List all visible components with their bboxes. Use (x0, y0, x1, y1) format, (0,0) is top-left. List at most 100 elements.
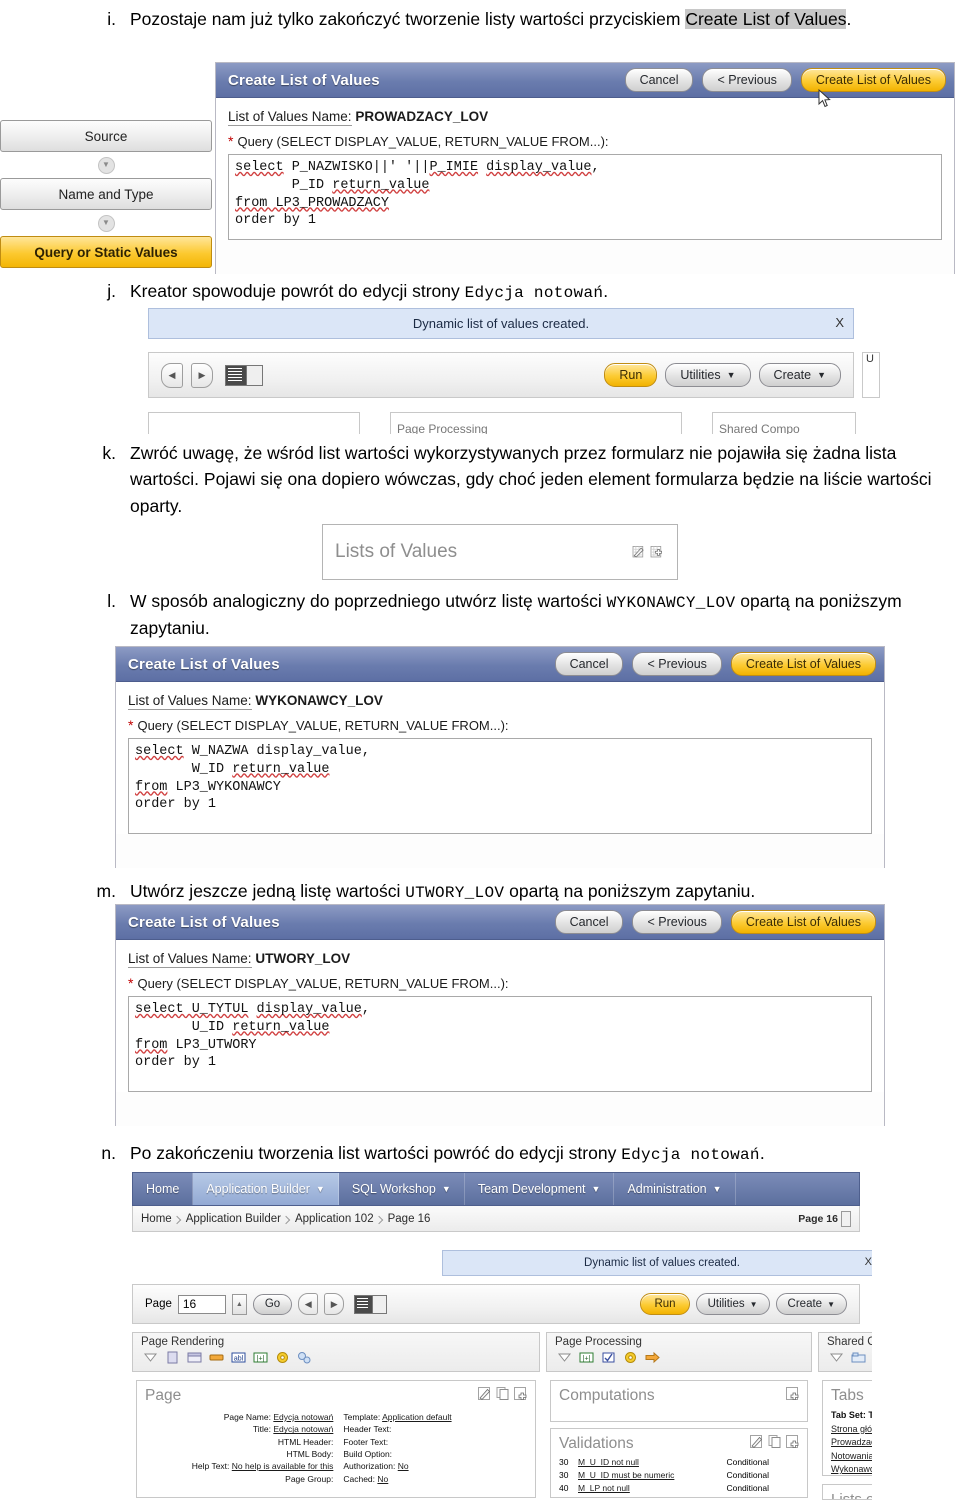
page-stepper-up-icon[interactable]: ▲ (231, 1293, 247, 1315)
previous-button[interactable]: < Previous (632, 910, 722, 934)
tab-item-strona-glowna[interactable]: Strona główna (831, 1423, 872, 1437)
nav-item-team-development[interactable]: Team Development ▼ (465, 1173, 615, 1205)
table-row: 40 M_LP not null Conditional (559, 1482, 769, 1495)
paragraph-text: Utwórz jeszcze jedną listę wartości (130, 881, 406, 901)
rail-step-source[interactable]: Source (0, 120, 212, 152)
list-text: Utwórz jeszcze jedną listę wartości UTWO… (130, 878, 960, 905)
query-label-row: * Query (SELECT DISPLAY_VALUE, RETURN_VA… (228, 134, 942, 149)
add-icon[interactable] (786, 1435, 801, 1448)
validation-name[interactable]: M_LP not null (578, 1482, 630, 1495)
collapse-icon[interactable] (143, 1351, 158, 1364)
query-textarea[interactable]: select W_NAZWA display_value, W_ID retur… (128, 738, 872, 834)
computation-icon[interactable]: |+| (253, 1351, 268, 1364)
validation-name[interactable]: M_U_ID not null (578, 1456, 639, 1469)
field-value[interactable]: No help is available for this (232, 1461, 334, 1471)
view-toggle-group[interactable] (354, 1294, 388, 1314)
field-value[interactable]: Edycja notowań (273, 1424, 333, 1434)
previous-button[interactable]: < Previous (632, 652, 722, 676)
cancel-button[interactable]: Cancel (624, 68, 694, 92)
query-textarea[interactable]: select P_NAZWISKO||' '||P_IMIE display_v… (228, 154, 942, 240)
wizard-header: Create List of Values Cancel < Previous … (116, 905, 884, 940)
page-icon[interactable] (165, 1351, 180, 1364)
edit-icon[interactable] (632, 545, 647, 559)
validation-icon[interactable] (601, 1351, 616, 1364)
wizard-progress-rail: Source ▼ Name and Type ▼ Query or Static… (0, 120, 212, 268)
list-text: Po zakończeniu tworzenia list wartości p… (130, 1140, 960, 1167)
field-value[interactable]: Edycja notowań (273, 1412, 333, 1422)
validation-condition: Conditional (726, 1482, 769, 1493)
previous-button[interactable]: < Previous (702, 68, 792, 92)
create-list-of-values-button[interactable]: Create List of Values (730, 652, 876, 676)
field-value[interactable]: Application default (382, 1412, 451, 1422)
computation-icon[interactable]: |+| (579, 1351, 594, 1364)
nav-item-application-builder[interactable]: Application Builder ▼ (193, 1173, 339, 1205)
next-page-icon[interactable]: ▶ (324, 1293, 345, 1315)
branch-icon[interactable] (645, 1351, 660, 1364)
component-view-icon[interactable] (373, 1294, 388, 1314)
collapse-icon[interactable] (557, 1351, 572, 1364)
component-view-icon[interactable] (247, 364, 263, 386)
query-textarea[interactable]: select U_TYTUL display_value, U_ID retur… (128, 996, 872, 1092)
tab-item-notowania[interactable]: Notowania (831, 1450, 872, 1464)
cancel-button[interactable]: Cancel (554, 910, 624, 934)
edit-icon[interactable] (478, 1387, 493, 1400)
close-icon[interactable]: X (835, 315, 844, 330)
region-icon[interactable] (187, 1351, 202, 1364)
page-stepper-icon[interactable] (841, 1210, 851, 1227)
field-key: Template: (343, 1412, 381, 1422)
notification-bar: Dynamic list of values created. X (148, 308, 854, 339)
page-number-input[interactable]: 16 (177, 1294, 226, 1314)
validation-name[interactable]: M_U_ID must be numeric (578, 1469, 674, 1482)
tabs-icon[interactable] (851, 1351, 866, 1364)
nav-item-sql-workshop[interactable]: SQL Workshop ▼ (339, 1173, 465, 1205)
page-name-mono: Edycja notowań (621, 1146, 760, 1164)
create-button[interactable]: Create ▼ (775, 1293, 847, 1315)
computations-card: Computations (550, 1380, 808, 1422)
tree-view-icon[interactable] (225, 364, 247, 386)
branch-icon[interactable] (297, 1351, 312, 1364)
field-row: Template: Application default (343, 1411, 527, 1423)
run-button[interactable]: Run (604, 363, 658, 387)
breadcrumb-item-application-builder[interactable]: Application Builder (186, 1213, 289, 1225)
utilities-button[interactable]: Utilities ▼ (695, 1293, 770, 1315)
next-page-icon[interactable]: ▶ (191, 362, 213, 388)
close-icon[interactable]: X (865, 1256, 872, 1268)
tab-item-wykonawcy[interactable]: Wykonawcy (831, 1463, 872, 1475)
add-icon[interactable] (514, 1387, 529, 1400)
button-icon[interactable] (209, 1351, 224, 1364)
create-button[interactable]: Create ▼ (758, 363, 841, 387)
field-row: Title: Edycja notowań (145, 1423, 334, 1435)
cancel-button[interactable]: Cancel (554, 652, 624, 676)
collapse-icon[interactable] (829, 1351, 844, 1364)
list-item: k. Zwróć uwagę, że wśród list wartości w… (88, 440, 958, 519)
nav-item-administration[interactable]: Administration ▼ (614, 1173, 736, 1205)
breadcrumb-item-application[interactable]: Application 102 (295, 1213, 382, 1225)
utilities-button[interactable]: Utilities ▼ (665, 363, 751, 387)
nav-item-home[interactable]: Home (133, 1173, 194, 1205)
previous-page-icon[interactable]: ◀ (298, 1293, 319, 1315)
create-list-of-values-button[interactable]: Create List of Values (730, 910, 876, 934)
tree-view-icon[interactable] (354, 1294, 374, 1314)
process-icon[interactable] (623, 1351, 638, 1364)
add-icon[interactable] (786, 1387, 801, 1400)
run-button[interactable]: Run (640, 1293, 690, 1315)
tab-item-prowadzacy[interactable]: Prowadzacy (831, 1436, 872, 1450)
wizard-title: Create List of Values (128, 655, 280, 673)
field-value[interactable]: No (377, 1474, 388, 1484)
breadcrumb: Home Application Builder Application 102… (132, 1206, 860, 1232)
paragraph-text: Po zakończeniu tworzenia list wartości p… (130, 1143, 622, 1163)
go-button[interactable]: Go (252, 1293, 293, 1315)
breadcrumb-item-page[interactable]: Page 16 (388, 1213, 439, 1225)
copy-icon[interactable] (496, 1387, 511, 1400)
copy-icon[interactable] (768, 1435, 783, 1448)
field-value[interactable]: No (398, 1461, 409, 1471)
previous-page-icon[interactable]: ◀ (161, 362, 183, 388)
edit-icon[interactable] (750, 1435, 765, 1448)
view-toggle-group[interactable] (225, 364, 263, 386)
breadcrumb-item-home[interactable]: Home (141, 1213, 180, 1225)
rail-step-query-or-static-values[interactable]: Query or Static Values (0, 236, 212, 268)
item-icon[interactable]: abl (231, 1351, 246, 1364)
rail-step-name-and-type[interactable]: Name and Type (0, 178, 212, 210)
process-icon[interactable] (275, 1351, 290, 1364)
copy-add-icon[interactable] (650, 545, 665, 559)
